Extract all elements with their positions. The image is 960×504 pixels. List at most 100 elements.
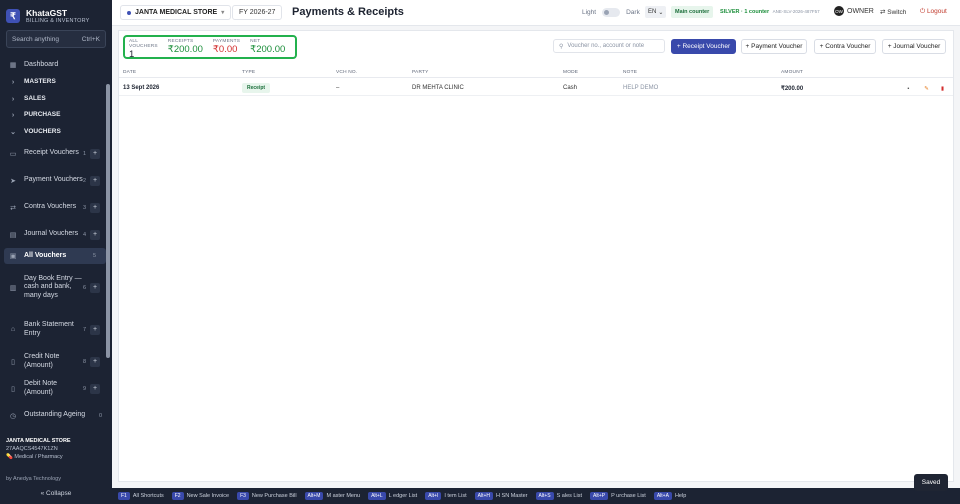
stat-payments: PAYMENTS ₹0.00: [213, 39, 240, 55]
store-selector-label: JANTA MEDICAL STORE: [135, 9, 218, 16]
search-input[interactable]: Search anything Ctrl+K: [6, 30, 106, 48]
voucher-search-input[interactable]: ⚲ Voucher no., account or note: [553, 39, 665, 53]
counter-badge[interactable]: Main counter: [671, 6, 714, 18]
shortcut-alt-m[interactable]: Alt+M M aster Menu: [304, 492, 361, 500]
shortcut-label: Help: [674, 493, 687, 499]
app: ₹ KhataGST BILLING & INVENTORY Search an…: [0, 0, 960, 504]
col-party[interactable]: PARTY: [412, 70, 429, 75]
brand[interactable]: ₹ KhataGST BILLING & INVENTORY: [0, 0, 112, 26]
shortcut-alt-i[interactable]: Alt+I I tem List: [425, 492, 467, 500]
add-icon[interactable]: +: [90, 175, 100, 186]
sidebar-item-dashboard[interactable]: ▦ Dashboard: [0, 56, 112, 74]
add-icon[interactable]: +: [90, 148, 100, 159]
col-note[interactable]: NOTE: [623, 70, 637, 75]
clock-icon: ◷: [9, 412, 17, 420]
sidebar-item-payment-vouchers[interactable]: ➤ Payment Vouchers 2 +: [0, 167, 112, 194]
stat-value: 1: [129, 49, 135, 60]
sidebar-item-label: Receipt Vouchers: [24, 149, 79, 157]
add-icon[interactable]: +: [90, 282, 100, 293]
logout-button[interactable]: ⏻ Logout: [920, 8, 947, 16]
col-amount[interactable]: AMOUNT: [781, 70, 803, 75]
theme-toggle[interactable]: Light Dark: [582, 8, 640, 17]
shortcut-alt-l[interactable]: Alt+L L edger List: [368, 492, 417, 500]
sidebar-item-outstanding-ageing[interactable]: ◷ Outstanding Ageing 0: [0, 402, 112, 429]
add-icon[interactable]: +: [90, 324, 100, 335]
delete-icon[interactable]: ▮: [938, 84, 947, 93]
sidebar-item-bank-statement-entry[interactable]: ⌂ Bank Statement Entry 7 +: [0, 311, 112, 348]
sidebar-section-masters[interactable]: › MASTERS: [0, 74, 112, 91]
user-menu[interactable]: OW OWNER: [834, 6, 874, 16]
shortcut-alt-p[interactable]: Alt+P P urchase List: [589, 492, 646, 500]
sidebar-item-label: Contra Vouchers: [24, 203, 77, 211]
avatar: OW: [834, 6, 844, 16]
sidebar-item-day-book-entry[interactable]: ▥ Day Book Entry — cash and bank, many d…: [0, 264, 112, 311]
add-receipt-voucher-button[interactable]: + Receipt Voucher: [671, 39, 736, 54]
theme-light-label: Light: [582, 9, 597, 16]
type-badge: Receipt: [242, 83, 271, 93]
edit-icon[interactable]: ✎: [922, 84, 931, 93]
shortcut-label: M aster Menu: [326, 493, 361, 499]
cell-party: DR MEHTA CLINIC: [412, 85, 464, 91]
sidebar-item-debit-note[interactable]: ▯ Debit Note (Amount) 9 +: [0, 375, 112, 402]
shortcut-f1[interactable]: F1 All Shortcuts: [118, 492, 164, 500]
chevron-right-icon: ›: [11, 112, 15, 119]
sidebar-item-number: 0: [98, 412, 102, 419]
shortcut-key: Alt+H: [474, 492, 494, 500]
sidebar-item-journal-vouchers[interactable]: ▤ Journal Vouchers 4 +: [0, 221, 112, 248]
table-row[interactable]: 13 Sept 2026 Receipt – DR MEHTA CLINIC C…: [119, 80, 953, 96]
sidebar-item-all-vouchers[interactable]: ▣ All Vouchers 5: [4, 248, 106, 264]
sidebar-section-sales[interactable]: › SALES: [0, 91, 112, 107]
stat-net: NET ₹200.00: [250, 39, 285, 55]
shortcut-key: F2: [171, 492, 184, 500]
sidebar-item-credit-note[interactable]: ▯ Credit Note (Amount) 8 +: [0, 348, 112, 375]
store-name: JANTA MEDICAL STORE: [6, 438, 71, 444]
add-contra-voucher-button[interactable]: + Contra Voucher: [814, 39, 876, 54]
add-icon[interactable]: +: [90, 356, 100, 367]
sidebar-item-label: Bank Statement Entry: [24, 321, 74, 337]
shortcut-alt-h[interactable]: Alt+H H SN Master: [474, 492, 528, 500]
col-vch-no[interactable]: VCH NO.: [336, 70, 357, 75]
receipt-icon: ▭: [9, 150, 17, 158]
add-icon[interactable]: +: [90, 229, 100, 240]
sidebar-item-label: All Vouchers: [24, 251, 67, 259]
collapse-button[interactable]: « Collapse: [0, 490, 112, 497]
shortcut-alt-s[interactable]: Alt+S S ales List: [535, 492, 582, 500]
brand-title: KhataGST: [26, 7, 68, 18]
sidebar-section-purchase[interactable]: › PURCHASE: [0, 107, 112, 124]
sidebar-item-contra-vouchers[interactable]: ⇄ Contra Vouchers 3 +: [0, 194, 112, 221]
sidebar-scrollbar[interactable]: [106, 84, 110, 358]
voucher-stats: ALL VOUCHERS 1 RECEIPTS ₹200.00 PAYMENTS…: [123, 35, 297, 60]
sidebar-item-receipt-vouchers[interactable]: ▭ Receipt Vouchers 1 +: [0, 140, 112, 167]
theme-switch[interactable]: [602, 8, 621, 17]
page-title: Payments & Receipts: [292, 6, 404, 18]
saved-toast: Saved: [914, 474, 948, 491]
sidebar: ₹ KhataGST BILLING & INVENTORY Search an…: [0, 0, 112, 504]
add-icon[interactable]: +: [90, 383, 100, 394]
shortcut-label: All Shortcuts: [132, 493, 164, 499]
col-mode[interactable]: MODE: [563, 70, 578, 75]
sidebar-nav[interactable]: ▦ Dashboard › MASTERS › SALES › PURCHASE…: [0, 56, 112, 434]
cell-mode: Cash: [563, 85, 578, 91]
language-selector[interactable]: EN ⌄: [645, 6, 667, 18]
shortcut-f2[interactable]: F2 New Sale Invoice: [171, 492, 229, 500]
chevron-down-icon: ⌄: [10, 129, 16, 136]
add-icon[interactable]: +: [90, 202, 100, 213]
shortcut-alt-a[interactable]: Alt+A Help: [653, 492, 687, 500]
list-icon: ▣: [9, 253, 17, 260]
cell-date: 13 Sept 2026: [123, 85, 160, 91]
add-payment-voucher-button[interactable]: + Payment Voucher: [741, 39, 807, 54]
plan-badge: SILVER · 1 counter ANE-SLV-2026-487F57: [720, 9, 820, 15]
sidebar-section-vouchers[interactable]: ⌄ VOUCHERS: [0, 124, 112, 140]
chevron-down-icon: ⌄: [658, 9, 664, 16]
sidebar-item-label: Dashboard: [24, 60, 59, 68]
switch-button[interactable]: ⇄ Switch: [880, 8, 906, 16]
shortcut-f3[interactable]: F3 New Purchase Bill: [237, 492, 297, 500]
print-icon[interactable]: ▪: [904, 84, 913, 93]
store-selector[interactable]: JANTA MEDICAL STORE ▾: [120, 5, 232, 20]
col-type[interactable]: TYPE: [242, 70, 255, 75]
shortcut-label: P urchase List: [611, 493, 646, 499]
fy-selector[interactable]: FY 2026-27: [232, 5, 283, 20]
col-date[interactable]: DATE: [123, 70, 136, 75]
book-icon: ▤: [9, 231, 17, 239]
add-journal-voucher-button[interactable]: + Journal Voucher: [882, 39, 946, 54]
